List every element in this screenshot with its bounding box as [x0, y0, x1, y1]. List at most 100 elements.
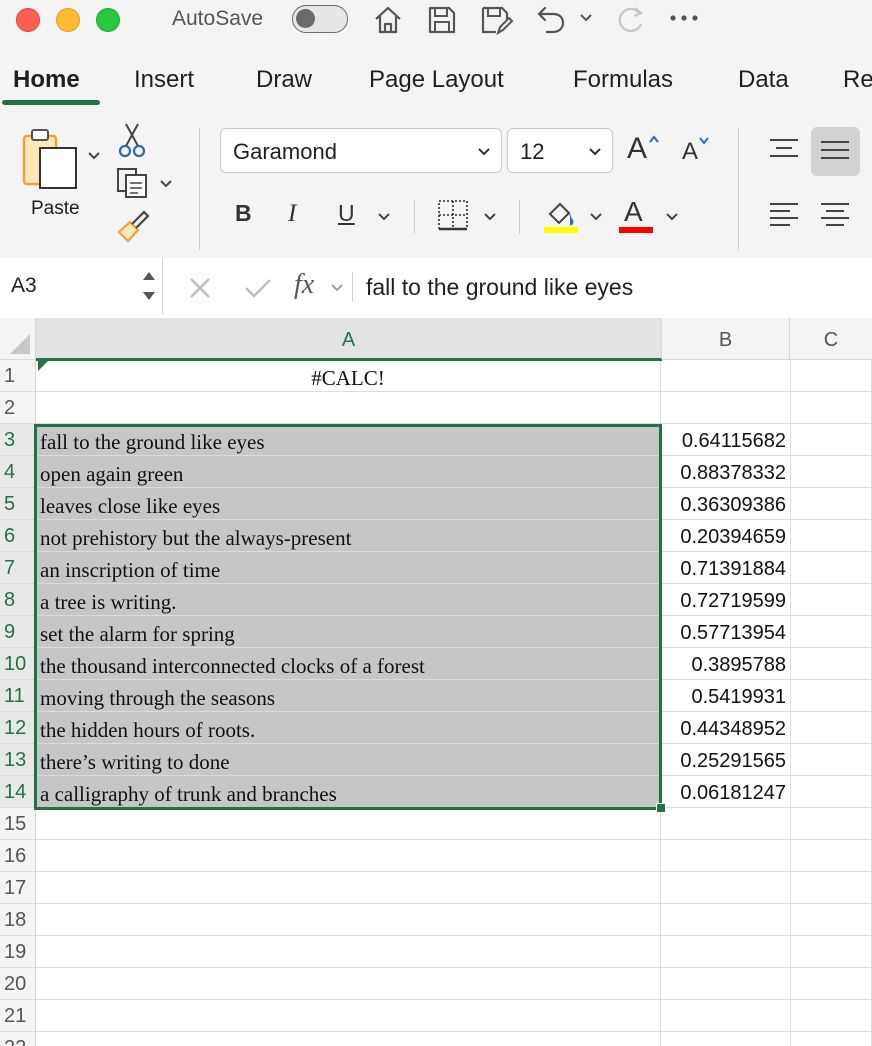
row-header[interactable]: 11 — [0, 680, 36, 712]
cell-c[interactable] — [791, 936, 872, 967]
close-window-button[interactable] — [16, 8, 40, 32]
cell-c[interactable] — [791, 456, 872, 487]
cell-c[interactable] — [791, 968, 872, 999]
cell-b[interactable] — [661, 872, 791, 903]
font-size-select[interactable]: 12 — [507, 128, 613, 173]
tab-data[interactable]: Data — [738, 66, 789, 94]
cell-c[interactable] — [791, 552, 872, 583]
cell-a[interactable] — [36, 840, 661, 871]
column-header-a[interactable]: A — [36, 318, 662, 360]
name-box-stepper-icon[interactable] — [140, 266, 158, 306]
shrink-font-button[interactable]: A — [682, 138, 698, 166]
error-indicator-icon[interactable] — [38, 361, 48, 371]
row-header[interactable]: 18 — [0, 904, 36, 936]
cell-a[interactable]: not prehistory but the always-present — [36, 520, 661, 551]
cell-c[interactable] — [791, 520, 872, 551]
name-box[interactable]: A3 — [0, 258, 163, 314]
cell-a[interactable]: moving through the seasons — [36, 680, 661, 711]
cell-c[interactable] — [791, 616, 872, 647]
cell-c[interactable] — [791, 584, 872, 615]
cell-a[interactable] — [36, 968, 661, 999]
row-header[interactable]: 5 — [0, 488, 36, 520]
cell-c[interactable] — [791, 840, 872, 871]
row-header[interactable]: 16 — [0, 840, 36, 872]
cell-b[interactable]: 0.3895788 — [661, 648, 791, 679]
cell-c[interactable] — [791, 712, 872, 743]
borders-icon[interactable] — [436, 198, 470, 232]
cell-c[interactable] — [791, 1000, 872, 1031]
cell-a[interactable] — [36, 872, 661, 903]
cell-b[interactable]: 0.06181247 — [661, 776, 791, 807]
home-icon[interactable] — [370, 2, 406, 38]
row-header[interactable]: 20 — [0, 968, 36, 1000]
cell-c[interactable] — [791, 744, 872, 775]
row-header[interactable]: 4 — [0, 456, 36, 488]
format-painter-icon[interactable] — [114, 208, 152, 246]
chevron-down-icon[interactable] — [578, 10, 594, 26]
align-center-icon[interactable] — [819, 200, 851, 230]
column-header-b[interactable]: B — [662, 318, 790, 360]
align-left-icon[interactable] — [768, 200, 800, 230]
zoom-window-button[interactable] — [96, 8, 120, 32]
borders-chevron-icon[interactable] — [482, 209, 498, 225]
cell-c[interactable] — [791, 648, 872, 679]
minimize-window-button[interactable] — [56, 8, 80, 32]
column-header-c[interactable]: C — [790, 318, 872, 360]
copy-icon[interactable] — [114, 166, 152, 200]
underline-button[interactable]: U — [338, 200, 355, 227]
cut-icon[interactable] — [118, 122, 146, 158]
cell-a[interactable]: the thousand interconnected clocks of a … — [36, 648, 661, 679]
save-as-icon[interactable] — [478, 2, 514, 38]
cell-b[interactable]: 0.88378332 — [661, 456, 791, 487]
cell-c[interactable] — [791, 680, 872, 711]
cell-a[interactable] — [36, 808, 661, 839]
cell-b[interactable]: 0.71391884 — [661, 552, 791, 583]
fill-handle[interactable] — [656, 803, 666, 813]
tab-insert[interactable]: Insert — [134, 66, 194, 94]
cell-a[interactable] — [36, 1032, 661, 1046]
row-header[interactable]: 13 — [0, 744, 36, 776]
cell-a[interactable]: #CALC! — [36, 360, 661, 391]
copy-chevron-icon[interactable] — [158, 176, 174, 192]
row-header[interactable]: 7 — [0, 552, 36, 584]
cell-a[interactable] — [36, 904, 661, 935]
fx-chevron-icon[interactable] — [330, 282, 344, 294]
fill-color-chevron-icon[interactable] — [588, 209, 604, 225]
font-color-button[interactable]: A — [624, 196, 643, 228]
formula-input[interactable]: fall to the ground like eyes — [366, 274, 633, 301]
cell-c[interactable] — [791, 808, 872, 839]
select-all-corner[interactable] — [0, 318, 36, 360]
undo-icon[interactable] — [533, 2, 569, 38]
row-header[interactable]: 22 — [0, 1032, 36, 1046]
tab-formulas[interactable]: Formulas — [573, 66, 673, 94]
cell-c[interactable] — [791, 424, 872, 455]
cell-c[interactable] — [791, 360, 872, 391]
cell-a[interactable]: set the alarm for spring — [36, 616, 661, 647]
cell-a[interactable] — [36, 392, 661, 423]
cell-c[interactable] — [791, 488, 872, 519]
align-middle-icon[interactable] — [819, 136, 851, 164]
cell-a[interactable]: a calligraphy of trunk and branches — [36, 776, 661, 807]
font-name-select[interactable]: Garamond — [220, 128, 502, 173]
row-header[interactable]: 17 — [0, 872, 36, 904]
row-header[interactable]: 9 — [0, 616, 36, 648]
cell-b[interactable]: 0.64115682 — [661, 424, 791, 455]
save-icon[interactable] — [425, 2, 459, 38]
row-header[interactable]: 3 — [0, 424, 36, 456]
cell-b[interactable] — [661, 808, 791, 839]
tab-page-layout[interactable]: Page Layout — [369, 66, 504, 94]
paste-options-chevron-icon[interactable] — [86, 148, 102, 164]
cell-c[interactable] — [791, 776, 872, 807]
cell-c[interactable] — [791, 1032, 872, 1046]
cell-b[interactable]: 0.5419931 — [661, 680, 791, 711]
cell-b[interactable]: 0.20394659 — [661, 520, 791, 551]
cell-c[interactable] — [791, 904, 872, 935]
row-header[interactable]: 1 — [0, 360, 36, 392]
row-header[interactable]: 10 — [0, 648, 36, 680]
insert-function-button[interactable]: fx — [294, 269, 314, 301]
row-header[interactable]: 6 — [0, 520, 36, 552]
tab-home[interactable]: Home — [13, 66, 80, 94]
cell-b[interactable]: 0.57713954 — [661, 616, 791, 647]
paste-icon[interactable] — [20, 126, 84, 196]
cell-b[interactable]: 0.25291565 — [661, 744, 791, 775]
